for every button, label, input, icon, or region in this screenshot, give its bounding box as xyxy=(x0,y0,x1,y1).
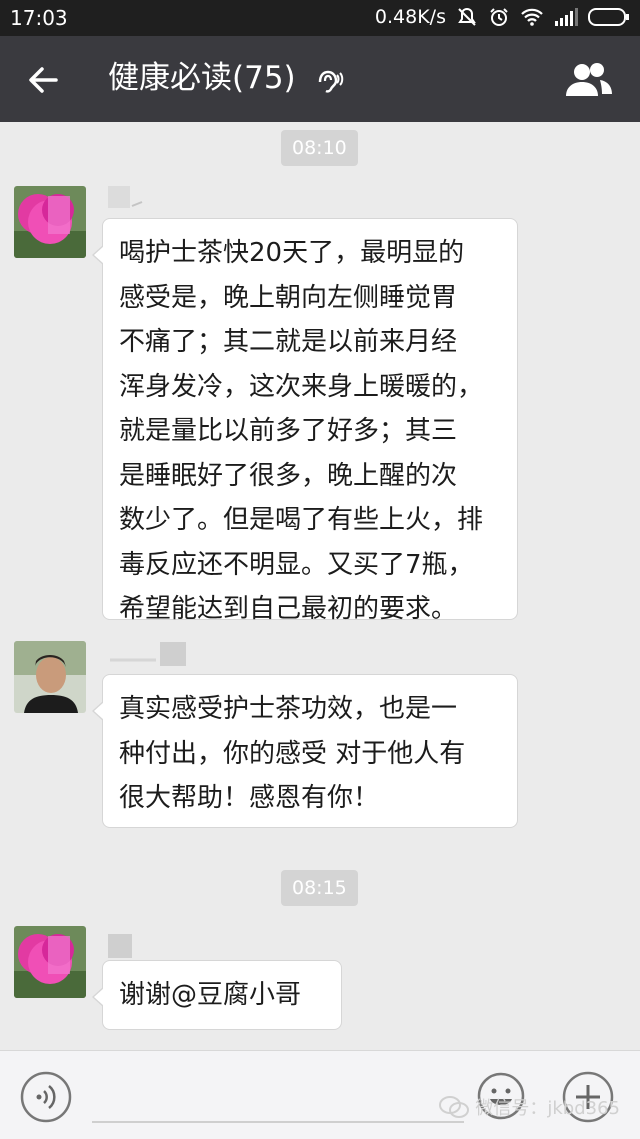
status-time: 17:03 xyxy=(10,6,68,30)
message-bubble[interactable]: 真实感受护士茶功效，也是一 种付出，你的感受 对于他人有 很大帮助！感恩有你！ xyxy=(92,674,518,828)
wechat-logo-icon xyxy=(439,1096,470,1118)
sender-name-blurred xyxy=(108,640,188,668)
avatar[interactable] xyxy=(14,641,86,713)
status-bar: 17:03 0.48K/s xyxy=(0,0,640,36)
timestamp: 08:10 xyxy=(281,130,358,166)
alarm-icon xyxy=(488,6,510,28)
battery-icon xyxy=(588,7,630,27)
sender-name-blurred xyxy=(108,932,136,960)
status-icons: 0.48K/s xyxy=(375,6,630,28)
avatar[interactable] xyxy=(14,186,86,258)
timestamp: 08:15 xyxy=(281,870,358,906)
watermark-text: 微信号：jkbd365 xyxy=(475,1098,620,1119)
sender-name-blurred xyxy=(108,184,148,212)
chat-title: 健康必读(75) xyxy=(108,60,296,96)
earpiece-icon xyxy=(315,66,345,98)
group-members-icon[interactable] xyxy=(564,60,614,104)
chat-header: 健康必读(75) xyxy=(0,36,640,122)
mute-icon xyxy=(456,6,478,28)
message-bubble[interactable]: 喝护士茶快20天了，最明显的 感受是，晚上朝向左侧睡觉胃 不痛了；其二就是以前来… xyxy=(92,218,518,624)
message-bubble[interactable]: 谢谢@豆腐小哥 xyxy=(92,960,342,1030)
network-speed: 0.48K/s xyxy=(374,6,446,28)
signal-icon xyxy=(554,8,578,26)
text-input[interactable] xyxy=(92,1121,464,1123)
wifi-icon xyxy=(520,7,544,27)
back-arrow-icon[interactable] xyxy=(22,58,66,102)
voice-icon[interactable] xyxy=(20,1071,72,1123)
watermark: 微信号：jkbd365 xyxy=(439,1094,620,1120)
avatar[interactable] xyxy=(14,926,86,998)
